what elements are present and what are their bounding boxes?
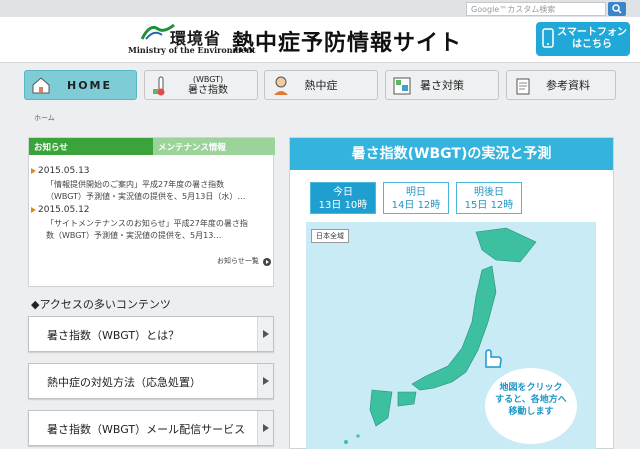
day-label: 明日 (406, 187, 426, 198)
access-item-label: 暑さ指数（WBGT）メール配信サービス (47, 423, 246, 436)
breadcrumb[interactable]: ホーム (34, 113, 55, 123)
page-title: 熱中症予防情報サイト (232, 31, 463, 56)
document-icon (516, 78, 530, 95)
news-line: 「情報提供開始のご案内」平成27年度の暑さ指数 (46, 180, 225, 189)
thermometer-icon (153, 76, 165, 96)
nav-measures[interactable]: 暑さ対策 (385, 70, 499, 100)
map-region-label: 日本全域 (311, 229, 349, 243)
tab-day-after[interactable]: 明後日 15日 12時 (456, 182, 522, 214)
day-label: 明後日 (474, 187, 504, 198)
grid-map-icon (393, 77, 411, 95)
search-button[interactable] (608, 2, 626, 16)
nav-wbgt[interactable]: (WBGT) 暑さ指数 (144, 70, 258, 100)
wbgt-title: 暑さ指数(WBGT)の実況と予測 (290, 138, 613, 170)
search-input[interactable]: Google™カスタム検索 (466, 2, 606, 16)
search-icon (612, 4, 622, 14)
access-item-label: 暑さ指数（WBGT）とは？ (47, 329, 180, 342)
tab-tomorrow[interactable]: 明日 14日 12時 (383, 182, 449, 214)
nav-home-label: HOME (66, 78, 113, 92)
map-hint: 地図をクリック すると、各地方へ 移動します (485, 368, 577, 444)
nav-measures-label: 暑さ対策 (420, 79, 464, 92)
news-line: （WBGT）予測値・実況値の提供を、5月13日（水）… (46, 192, 246, 201)
map-hint-line: 移動します (508, 407, 554, 417)
access-item[interactable]: 熱中症の対処方法（応急処置） (28, 363, 274, 399)
arrow-circle-icon[interactable] (263, 258, 271, 266)
pointer-hand-icon (485, 349, 502, 368)
access-item[interactable]: 暑さ指数（WBGT）とは？ (28, 316, 274, 352)
nav-references-label: 参考資料 (546, 79, 590, 92)
tab-news[interactable]: お知らせ (29, 138, 153, 155)
nav-references[interactable]: 参考資料 (506, 70, 616, 100)
nav-home[interactable]: HOME (24, 70, 137, 100)
day-time: 15日 12時 (464, 200, 514, 211)
tab-maintenance[interactable]: メンテナンス情報 (153, 138, 275, 155)
access-item-label: 熱中症の対処方法（応急処置） (47, 376, 201, 389)
nav-heatstroke-label: 熱中症 (304, 79, 338, 92)
news-more-link[interactable]: お知らせ一覧 (217, 256, 259, 266)
day-label: 今日 (333, 187, 353, 198)
news-line: 「サイトメンテナンスのお知らせ」平成27年度の暑さ指 (46, 219, 248, 228)
smartphone-icon (542, 28, 554, 48)
person-icon (274, 76, 288, 95)
news-date: 2015.05.13 (30, 166, 90, 176)
news-date: 2015.05.12 (30, 205, 90, 215)
access-item[interactable]: 暑さ指数（WBGT）メール配信サービス (28, 410, 274, 446)
access-title: ◆アクセスの多いコンテンツ (31, 298, 171, 311)
news-item[interactable]: 「サイトメンテナンスのお知らせ」平成27年度の暑さ指 数（WBGT）予測値・実況… (46, 218, 272, 242)
map-hint-line: すると、各地方へ (495, 395, 567, 405)
chevron-right-icon (257, 364, 273, 398)
smartphone-label-2: はこちら (572, 39, 612, 50)
house-icon (32, 77, 50, 94)
news-line: 数（WBGT）予測値・実況値の提供を、5月13… (46, 231, 222, 240)
nav-wbgt-small: (WBGT) (192, 75, 224, 84)
day-time: 13日 10時 (318, 200, 368, 211)
tab-today[interactable]: 今日 13日 10時 (310, 182, 376, 214)
chevron-right-icon (257, 411, 273, 445)
map-hint-line: 地図をクリック (499, 383, 563, 393)
smartphone-label-1: スマートフォン (557, 27, 627, 38)
nav-wbgt-label: 暑さ指数 (188, 85, 228, 96)
chevron-right-icon (257, 317, 273, 351)
day-time: 14日 12時 (391, 200, 441, 211)
smartphone-button[interactable]: スマートフォン はこちら (536, 22, 630, 56)
nav-heatstroke[interactable]: 熱中症 (264, 70, 378, 100)
news-item[interactable]: 「情報提供開始のご案内」平成27年度の暑さ指数 （WBGT）予測値・実況値の提供… (46, 179, 272, 203)
